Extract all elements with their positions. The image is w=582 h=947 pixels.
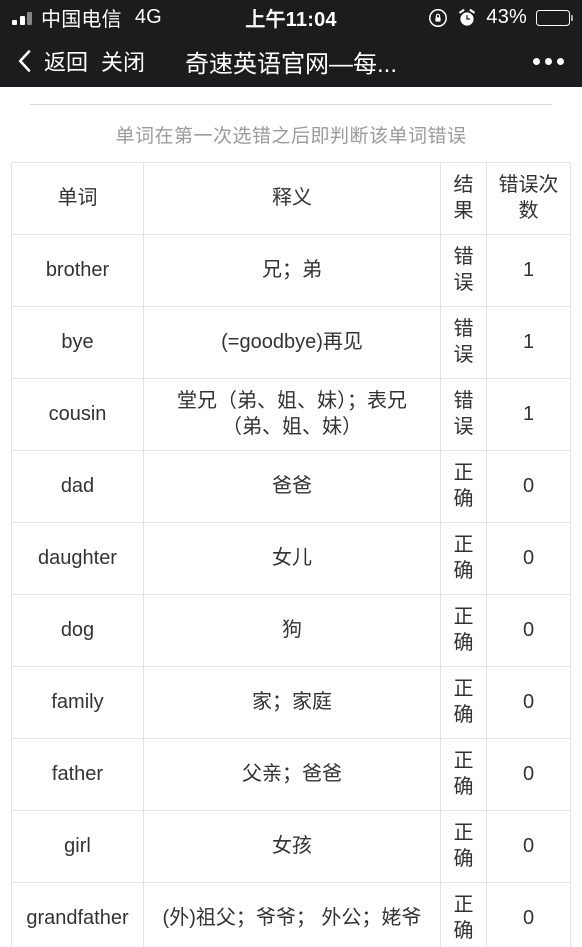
- table-row: brother 兄；弟 错误 1: [11, 234, 571, 307]
- cell-definition: 家；家庭: [143, 666, 441, 739]
- cell-error-count: 0: [486, 810, 571, 883]
- table-container: 单词 释义 结果 错误次数 brother 兄；弟 错误 1 bye (=goodbye)…: [0, 162, 582, 947]
- table-body: brother 兄；弟 错误 1 bye (=goodbye)再见 错误 1 cousin 堂兄（…: [11, 234, 571, 947]
- nav-bar-left-group: 返回 关闭: [18, 45, 145, 77]
- signal-bars-icon: [12, 10, 32, 25]
- carrier-label: 中国电信: [41, 9, 122, 31]
- cell-definition: 父亲；爸爸: [143, 738, 441, 811]
- cell-word: father: [11, 738, 144, 811]
- table-row: family 家；家庭 正确 0: [11, 666, 571, 739]
- table-row: girl 女孩 正确 0: [11, 810, 571, 883]
- table-row: father 父亲；爸爸 正确 0: [11, 738, 571, 811]
- column-header-word: 单词: [11, 162, 144, 235]
- nav-bar: 返回 关闭 奇速英语官网—每...: [0, 35, 582, 87]
- rotation-lock-icon: [428, 8, 448, 28]
- cell-definition: 堂兄（弟、姐、妹）；表兄（弟、姐、妹）: [143, 378, 441, 451]
- cell-word: family: [11, 666, 144, 739]
- cell-word: girl: [11, 810, 144, 883]
- cell-error-count: 0: [486, 522, 571, 595]
- cell-word: dog: [11, 594, 144, 667]
- cell-error-count: 0: [486, 738, 571, 811]
- cell-result: 错误: [440, 234, 487, 307]
- battery-percent-label: 43%: [486, 6, 528, 28]
- close-button[interactable]: 关闭: [101, 45, 145, 77]
- cell-word: cousin: [11, 378, 144, 451]
- cell-error-count: 0: [486, 450, 571, 523]
- cell-definition: (外)祖父；爷爷； 外公；姥爷: [143, 882, 441, 947]
- cell-result: 正确: [440, 666, 487, 739]
- column-header-error-count: 错误次数: [486, 162, 571, 235]
- table-row: bye (=goodbye)再见 错误 1: [11, 306, 571, 379]
- column-header-result: 结果: [440, 162, 487, 235]
- cell-definition: 女儿: [143, 522, 441, 595]
- clock-label: 上午11:04: [245, 9, 337, 31]
- cell-error-count: 1: [486, 306, 571, 379]
- cell-error-count: 0: [486, 666, 571, 739]
- table-row: dad 爸爸 正确 0: [11, 450, 571, 523]
- word-results-table: 单词 释义 结果 错误次数 brother 兄；弟 错误 1 bye (=goodbye)…: [11, 162, 571, 947]
- cell-result: 正确: [440, 882, 487, 947]
- cell-definition: 爸爸: [143, 450, 441, 523]
- table-row: cousin 堂兄（弟、姐、妹）；表兄（弟、姐、妹） 错误 1: [11, 378, 571, 451]
- page-content: 单词在第一次选错之后即判断该单词错误 单词 释义 结果 错误次数 brother…: [0, 104, 582, 947]
- cell-error-count: 0: [486, 882, 571, 947]
- back-button[interactable]: 返回: [44, 45, 88, 77]
- cell-definition: (=goodbye)再见: [143, 306, 441, 379]
- cell-word: daughter: [11, 522, 144, 595]
- cell-result: 正确: [440, 522, 487, 595]
- column-header-definition: 释义: [143, 162, 441, 235]
- cell-result: 错误: [440, 306, 487, 379]
- cell-result: 错误: [440, 378, 487, 451]
- status-bar-center: 上午11:04: [245, 3, 336, 32]
- cell-word: brother: [11, 234, 144, 307]
- status-bar-right: 43%: [337, 6, 571, 29]
- status-bar-left: 中国电信 4G: [12, 3, 245, 32]
- table-row: dog 狗正确 0: [11, 594, 571, 667]
- more-dots-icon[interactable]: [533, 57, 564, 65]
- status-bar: 中国电信 4G 上午11:04 43%: [0, 0, 582, 35]
- battery-icon: [536, 9, 571, 26]
- cell-result: 正确: [440, 450, 487, 523]
- table-header: 单词 释义 结果 错误次数: [11, 162, 571, 235]
- cell-result: 正确: [440, 738, 487, 811]
- table-header-row: 单词 释义 结果 错误次数: [11, 162, 571, 235]
- page-subtitle: 单词在第一次选错之后即判断该单词错误: [115, 126, 467, 147]
- cell-word: grandfather: [11, 882, 144, 947]
- cell-error-count: 0: [486, 594, 571, 667]
- network-mode-label: 4G: [134, 6, 162, 28]
- cell-definition: 兄；弟: [143, 234, 441, 307]
- chevron-left-icon[interactable]: [18, 50, 31, 72]
- table-row: daughter 女儿 正确 0: [11, 522, 571, 595]
- table-row: grandfather (外)祖父；爷爷； 外公；姥爷 正确 0: [11, 882, 571, 947]
- cell-word: dad: [11, 450, 144, 523]
- cell-definition: 女孩: [143, 810, 441, 883]
- cell-error-count: 1: [486, 234, 571, 307]
- cell-result: 正确: [440, 594, 487, 667]
- alarm-clock-icon: [457, 8, 477, 28]
- cell-word: bye: [11, 306, 144, 379]
- cell-error-count: 1: [486, 378, 571, 451]
- cell-definition: 狗: [143, 594, 441, 667]
- cell-result: 正确: [440, 810, 487, 883]
